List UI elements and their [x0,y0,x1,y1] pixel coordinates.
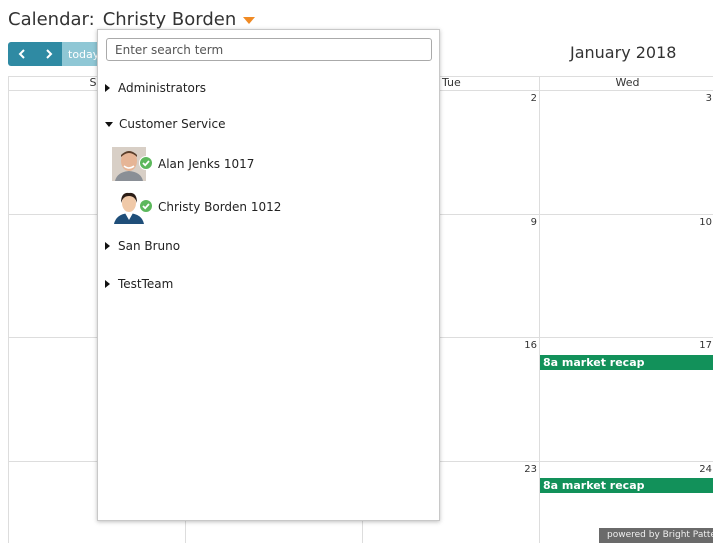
calendar-event[interactable]: 8a market recap [540,355,713,370]
date-number[interactable]: 3 [668,93,712,104]
date-number[interactable]: 2 [493,93,537,104]
date-number[interactable]: 17 [668,340,712,351]
calendar-event[interactable]: 8a market recap [540,478,713,493]
current-user-name[interactable]: Christy Borden [103,9,237,30]
group-testteam[interactable]: TestTeam [105,276,173,292]
date-number[interactable]: 23 [493,464,537,475]
group-administrators[interactable]: Administrators [105,80,206,96]
group-label: San Bruno [118,239,181,253]
group-san-bruno[interactable]: San Bruno [105,238,180,254]
agent-christy-borden[interactable]: Christy Borden 1012 [112,189,281,225]
user-picker-dropdown: Administrators Customer Service Alan Jen… [97,29,440,521]
day-header-wed: Wed [615,76,640,89]
search-input[interactable] [106,38,432,61]
date-number[interactable]: 10 [668,217,712,228]
caret-down-icon[interactable] [243,17,256,24]
agent-name: Alan Jenks 1017 [158,157,255,171]
status-available-icon [139,156,153,170]
agent-alan-jenks[interactable]: Alan Jenks 1017 [112,146,254,182]
caret-right-icon [105,280,110,288]
group-label: Administrators [118,81,207,95]
date-number[interactable]: 24 [668,464,712,475]
powered-by-badge: powered by Bright Pattern [599,528,713,543]
avatar [112,147,153,181]
date-number[interactable]: 9 [493,217,537,228]
group-label: TestTeam [118,277,174,291]
grid-line [539,76,540,543]
calendar-nav: today [8,42,106,66]
next-button[interactable] [35,42,62,66]
calendar-label: Calendar: [8,8,95,30]
date-number[interactable]: 16 [493,340,537,351]
prev-button[interactable] [8,42,35,66]
caret-down-icon [105,121,113,127]
avatar [112,190,153,224]
status-available-icon [139,199,153,213]
chevron-left-icon [18,49,25,59]
group-customer-service[interactable]: Customer Service [105,116,225,132]
month-title: January 2018 [570,43,677,62]
group-label: Customer Service [119,117,226,131]
agent-name: Christy Borden 1012 [158,200,282,214]
caret-right-icon [105,242,110,250]
caret-right-icon [105,84,110,92]
chevron-right-icon [45,49,52,59]
grid-line [8,76,9,543]
